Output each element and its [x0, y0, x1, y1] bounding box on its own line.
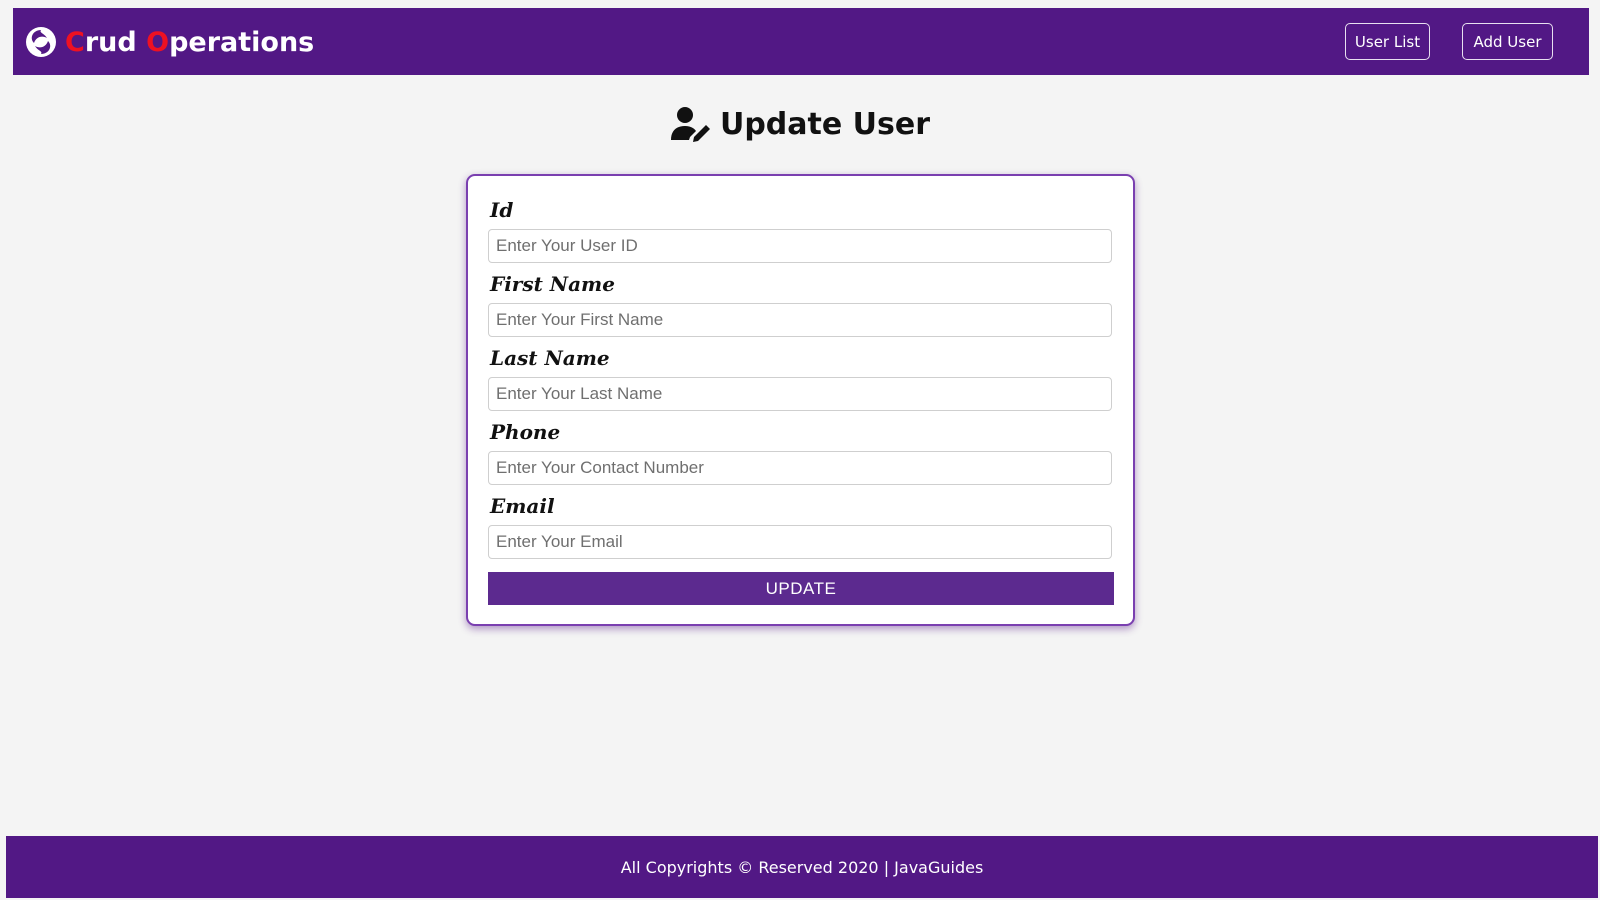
id-label: Id [490, 198, 514, 222]
first-name-label: First Name [490, 272, 615, 296]
brand[interactable]: Crud Operations [25, 22, 314, 62]
update-user-form: Id First Name Last Name Phone Email UPDA… [466, 174, 1135, 626]
brand-letter-c: C [65, 26, 85, 58]
brand-word-1: rud [84, 26, 137, 58]
user-list-button[interactable]: User List [1345, 23, 1430, 60]
brand-word-2: perations [169, 26, 315, 58]
last-name-input[interactable] [488, 377, 1112, 411]
brand-title: Crud Operations [65, 27, 314, 58]
update-button[interactable]: UPDATE [488, 572, 1114, 605]
page-title: Update User [719, 106, 931, 142]
last-name-label: Last Name [490, 346, 610, 370]
page-header: Update User [0, 102, 1600, 146]
footer-copyright: All Copyrights © Reserved 2020 | JavaGui… [620, 857, 984, 877]
add-user-button[interactable]: Add User [1462, 23, 1553, 60]
user-edit-icon [670, 107, 710, 142]
phone-input[interactable] [488, 451, 1112, 485]
email-label: Email [490, 494, 555, 518]
brand-letter-o: O [146, 26, 170, 58]
id-input[interactable] [488, 229, 1112, 263]
swirl-logo-icon [26, 27, 56, 57]
first-name-input[interactable] [488, 303, 1112, 337]
phone-label: Phone [490, 420, 561, 444]
navbar: Crud Operations User List Add User [13, 8, 1589, 75]
footer: All Copyrights © Reserved 2020 | JavaGui… [6, 836, 1598, 898]
email-input[interactable] [488, 525, 1112, 559]
